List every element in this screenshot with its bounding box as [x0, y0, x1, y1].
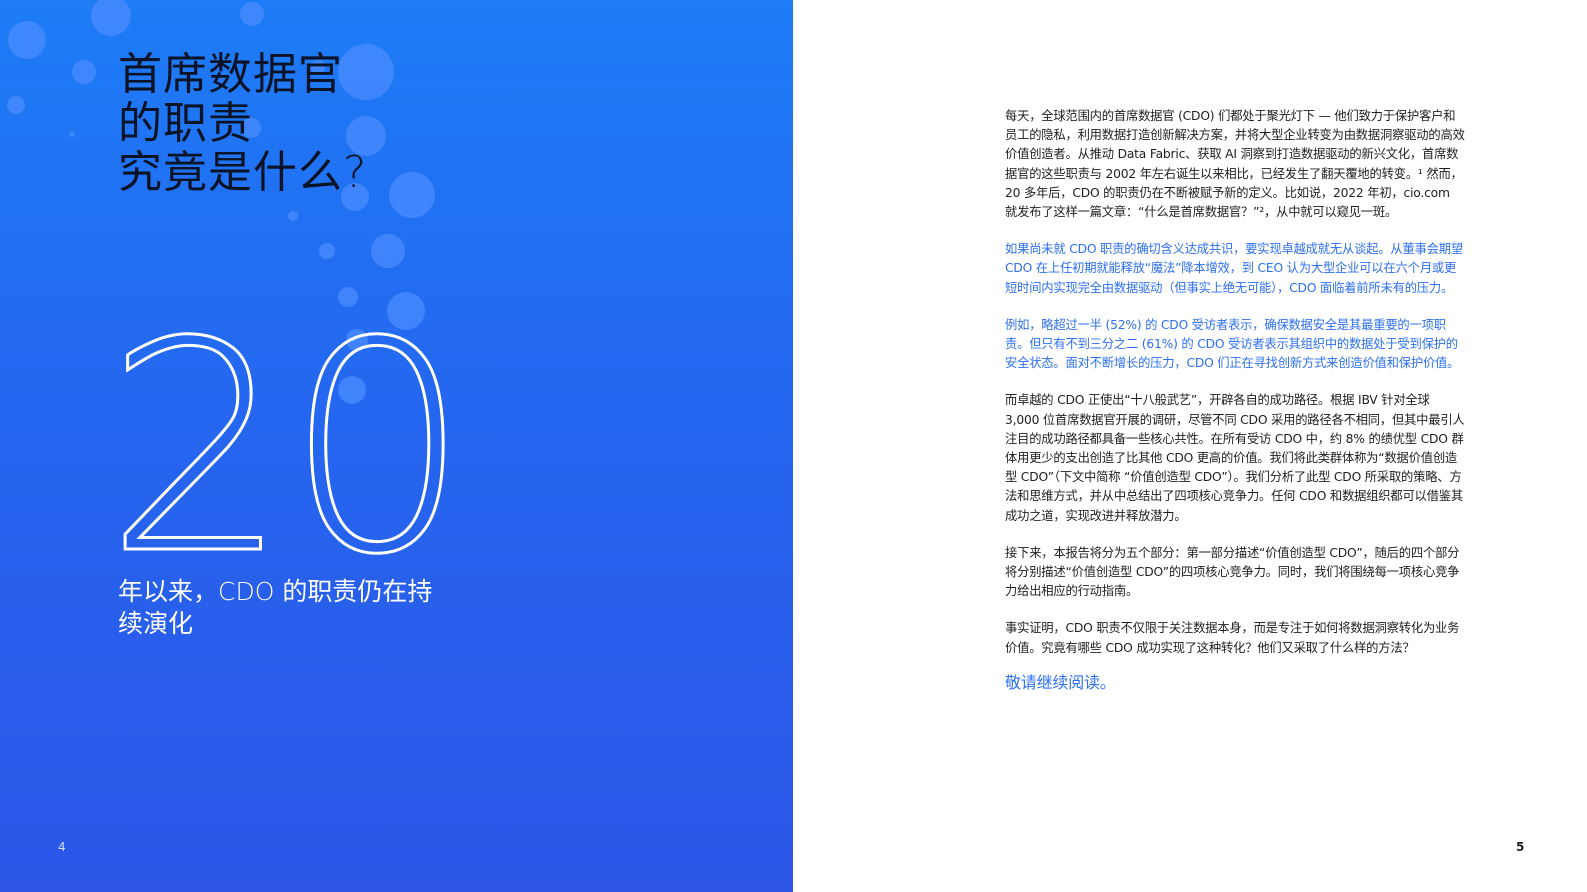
- title-line-2: 的职责: [118, 98, 253, 149]
- bubble: [288, 211, 298, 221]
- paragraph-6: 事实证明，CDO 职责不仅限于关注数据本身，而是专注于如何将数据洞察转化为业务价…: [1005, 621, 1460, 655]
- bubble: [319, 243, 335, 259]
- bubble: [240, 2, 264, 26]
- big-number-20: 20: [103, 281, 471, 618]
- page-title: 首席数据官 的职责 究竟是什么?: [118, 50, 367, 197]
- bubble: [8, 21, 46, 59]
- left-page: 首席数据官 的职责 究竟是什么? 20 年以来，CDO 的职责仍在持续演化 4: [0, 0, 793, 892]
- bubble: [371, 234, 405, 268]
- title-line-1: 首席数据官: [118, 49, 343, 100]
- article-body: 每天，全球范围内的首席数据官 (CDO) 们都处于聚光灯下 — 他们致力于保护客…: [1005, 107, 1465, 694]
- page-number-right: 5: [1516, 840, 1525, 854]
- paragraph-3-highlight: 例如，略超过一半 (52%) 的 CDO 受访者表示，确保数据安全是其最重要的一…: [1005, 317, 1460, 371]
- paragraph-2-highlight: 如果尚未就 CDO 职责的确切含义达成共识，要实现卓越成就无从谈起。从董事会期望…: [1005, 242, 1463, 295]
- bubble: [7, 96, 25, 114]
- paragraph-4: 而卓越的 CDO 正使出“十八般武艺”，开辟各自的成功路径。根据 IBV 针对全…: [1005, 393, 1465, 523]
- read-more-link[interactable]: 敬请继续阅读。: [1005, 672, 1465, 694]
- bubble: [72, 60, 96, 84]
- bubble: [91, 0, 131, 36]
- page-number-left: 4: [58, 840, 66, 854]
- bubble: [69, 131, 75, 137]
- big-number-caption: 年以来，CDO 的职责仍在持续演化: [118, 577, 433, 638]
- bubble: [389, 172, 435, 218]
- paragraph-5: 接下来，本报告将分为五个部分：第一部分描述“价值创造型 CDO”，随后的四个部分…: [1005, 545, 1460, 599]
- paragraph-1: 每天，全球范围内的首席数据官 (CDO) 们都处于聚光灯下 — 他们致力于保护客…: [1005, 109, 1465, 220]
- title-line-3: 究竟是什么?: [118, 147, 368, 198]
